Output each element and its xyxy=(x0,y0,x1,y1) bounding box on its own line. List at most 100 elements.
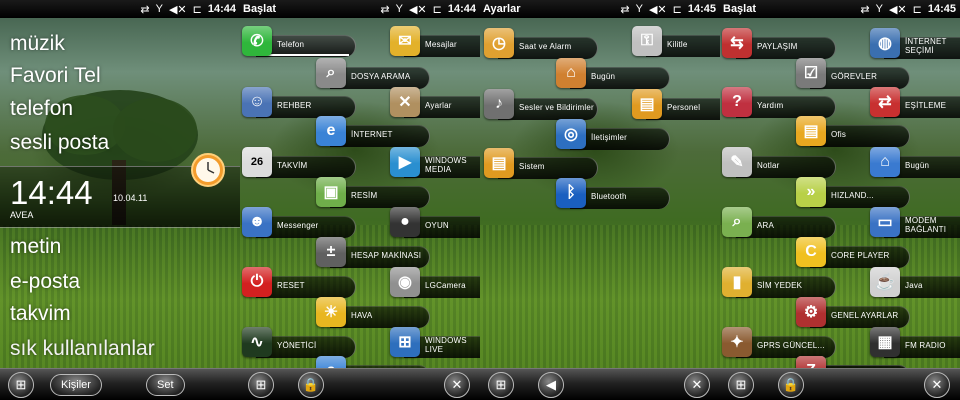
menu-item-mesajlar[interactable]: ✉ Mesajlar xyxy=(390,25,480,57)
menu-item-label: WINDOWS LIVE xyxy=(425,336,467,354)
menu-item-bluetooth[interactable]: ᛒ Bluetooth xyxy=(556,177,670,209)
menu-item-y-neti-ci[interactable]: ∿ YÖNETİCİ xyxy=(242,326,356,358)
menu-item-telefon[interactable]: ✆ Telefon xyxy=(242,25,356,57)
today-item-calendar[interactable]: takvim xyxy=(10,302,71,326)
menu-item-g-revler[interactable]: ☑ GÖREVLER xyxy=(796,57,910,89)
start-menu-screen-scrolled: Başlat ⇄ Y ◀✕ ⊏ 14:45 ⇆ PAYLAŞIM ◍ İNTERNET… xyxy=(720,0,960,400)
signal-icon: Y xyxy=(635,3,643,15)
menu-item-rehber[interactable]: ☺ REHBER xyxy=(242,86,356,118)
menu-item-takvi-m[interactable]: 26 TAKVİM xyxy=(242,146,356,178)
menu-item-windows-media[interactable]: ▶ WINDOWS MEDIA xyxy=(390,146,480,178)
menu-item-dosya-arama[interactable]: ⌕ DOSYA ARAMA xyxy=(316,57,430,89)
menu-item-e-i-tleme[interactable]: ⇄ EŞİTLEME xyxy=(870,86,960,118)
close-button[interactable]: ✕ xyxy=(684,372,710,398)
menu-item-hava[interactable]: ☀ HAVA xyxy=(316,296,430,328)
menu-item-label: Notlar xyxy=(757,160,780,170)
contacts-softkey[interactable]: Kişiler xyxy=(50,374,102,396)
phone-icon: ✆ xyxy=(242,26,272,56)
close-button[interactable]: ✕ xyxy=(924,372,950,398)
start-button[interactable]: ⊞ xyxy=(728,372,754,398)
menu-item-yard-m[interactable]: ? Yardım xyxy=(722,86,836,118)
menu-item-sesler-ve-bildirimler[interactable]: ♪ Sesler ve Bildirimler xyxy=(484,88,598,120)
start-button[interactable]: ⊞ xyxy=(488,372,514,398)
today-item-phone[interactable]: telefon xyxy=(10,97,73,121)
soft-key-bar: ⊞ 🔒 ✕ xyxy=(720,368,960,400)
menu-item-label: OYUN xyxy=(425,220,449,230)
menu-item-label: Ayarlar xyxy=(425,100,452,110)
menu-item-reset[interactable]: ⏻ RESET xyxy=(242,266,356,298)
connections-icon: ◎ xyxy=(556,119,586,149)
menu-item-personel[interactable]: ▤ Personel xyxy=(632,88,720,120)
lock-button[interactable]: 🔒 xyxy=(778,372,804,398)
status-title: Ayarlar xyxy=(483,3,521,15)
pictures-icon: ▣ xyxy=(316,177,346,207)
globe-icon: ◍ xyxy=(870,28,900,58)
status-clock: 14:44 xyxy=(447,3,476,15)
speed-icon: » xyxy=(796,177,826,207)
menu-item-core-player[interactable]: C CORE PLAYER xyxy=(796,236,910,268)
menu-item-notlar[interactable]: ✎ Notlar xyxy=(722,146,836,178)
home-clock: 14:44 xyxy=(10,174,93,211)
menu-item-hizland[interactable]: » HIZLAND... xyxy=(796,176,910,208)
menu-item-bug-n[interactable]: ⌂ Bugün xyxy=(556,57,670,89)
menu-item-oyun[interactable]: ● OYUN xyxy=(390,206,480,238)
status-bar[interactable]: Başlat ⇄ Y ◀✕ ⊏ 14:45 xyxy=(720,0,960,18)
back-button[interactable]: ◀ xyxy=(538,372,564,398)
home-icon: ⌂ xyxy=(870,147,900,177)
menu-item-resi-m[interactable]: ▣ RESİM xyxy=(316,176,430,208)
menu-item-hesap-maki-nasi[interactable]: ± HESAP MAKİNASI xyxy=(316,236,430,268)
menu-item-ofis[interactable]: ▤ Ofis xyxy=(796,115,910,147)
menu-item-messenger[interactable]: ☻ Messenger xyxy=(242,206,356,238)
menu-item-bug-n[interactable]: ⌂ Bugün xyxy=(870,146,960,178)
menu-item-java[interactable]: ☕ Java xyxy=(870,266,960,298)
menu-item-label: Saat ve Alarm xyxy=(519,41,572,51)
today-item-favorites-list[interactable]: sık kullanılanlar xyxy=(10,337,155,361)
menu-item-label: HIZLAND... xyxy=(831,190,874,200)
menu-item-label: Sistem xyxy=(519,161,545,171)
menu-item-label: TAKVİM xyxy=(277,160,308,170)
menu-item-si-m-yedek[interactable]: ▮ SİM YEDEK xyxy=(722,266,836,298)
home-date: 10.04.11 xyxy=(113,193,148,203)
menu-item-label: GPRS GÜNCEL... xyxy=(757,340,825,350)
gprs-icon: ✦ xyxy=(722,327,752,357)
menu-item-i-nternet-se-i-mi[interactable]: ◍ İNTERNET SEÇİMİ xyxy=(870,27,960,59)
menu-item-modem-ba-lanti[interactable]: ▭ MODEM BAĞLANTI xyxy=(870,206,960,238)
office-folder-icon: ▤ xyxy=(796,116,826,146)
today-item-music[interactable]: müzik xyxy=(10,32,65,56)
status-bar[interactable]: ⇄ Y ◀✕ ⊏ 14:44 xyxy=(0,0,240,18)
menu-item-payla-im[interactable]: ⇆ PAYLAŞIM xyxy=(722,27,836,59)
menu-item-sistem[interactable]: ▤ Sistem xyxy=(484,147,598,179)
start-button[interactable]: ⊞ xyxy=(8,372,34,398)
status-bar[interactable]: Ayarlar ⇄ Y ◀✕ ⊏ 14:45 xyxy=(480,0,720,18)
menu-item-genel-ayarlar[interactable]: ⚙ GENEL AYARLAR xyxy=(796,296,910,328)
today-item-email[interactable]: e-posta xyxy=(10,270,80,294)
menu-item-i-leti-imler[interactable]: ◎ İletişimler xyxy=(556,118,670,150)
today-item-messages[interactable]: metin xyxy=(10,235,61,259)
start-button[interactable]: ⊞ xyxy=(248,372,274,398)
today-item-voicemail[interactable]: sesli posta xyxy=(10,131,109,155)
close-button[interactable]: ✕ xyxy=(444,372,470,398)
operator-name: AVEA xyxy=(10,210,34,220)
battery-icon: ⊏ xyxy=(672,3,682,16)
menu-item-ayarlar[interactable]: ✕ Ayarlar xyxy=(390,86,480,118)
menu-item-kilitle[interactable]: ⚿ Kilitle xyxy=(632,25,720,57)
menu-item-saat-ve-alarm[interactable]: ◷ Saat ve Alarm xyxy=(484,27,598,59)
menu-item-windows-live[interactable]: ⊞ WINDOWS LIVE xyxy=(390,326,480,358)
bluetooth-icon: ᛒ xyxy=(556,178,586,208)
weather-icon: ☀ xyxy=(316,297,346,327)
clock-icon: ◷ xyxy=(484,28,514,58)
menu-item-gprs-g-ncel[interactable]: ✦ GPRS GÜNCEL... xyxy=(722,326,836,358)
lock-button[interactable]: 🔒 xyxy=(298,372,324,398)
menu-item-i-nternet[interactable]: e İNTERNET xyxy=(316,115,430,147)
battery-icon: ⊏ xyxy=(912,3,922,16)
calculator-icon: ± xyxy=(316,237,346,267)
core-player-icon: C xyxy=(796,237,826,267)
today-item-favorites[interactable]: Favori Tel xyxy=(10,64,101,88)
menu-item-fm-radio[interactable]: ▦ FM RADIO xyxy=(870,326,960,358)
set-softkey[interactable]: Set xyxy=(146,374,185,396)
menu-item-ara[interactable]: ⌕ ARA xyxy=(722,206,836,238)
menu-item-lgcamera[interactable]: ◉ LGCamera xyxy=(390,266,480,298)
alarm-clock-icon[interactable] xyxy=(190,152,226,188)
help-icon: ? xyxy=(722,87,752,117)
status-bar[interactable]: Başlat ⇄ Y ◀✕ ⊏ 14:44 xyxy=(240,0,480,18)
